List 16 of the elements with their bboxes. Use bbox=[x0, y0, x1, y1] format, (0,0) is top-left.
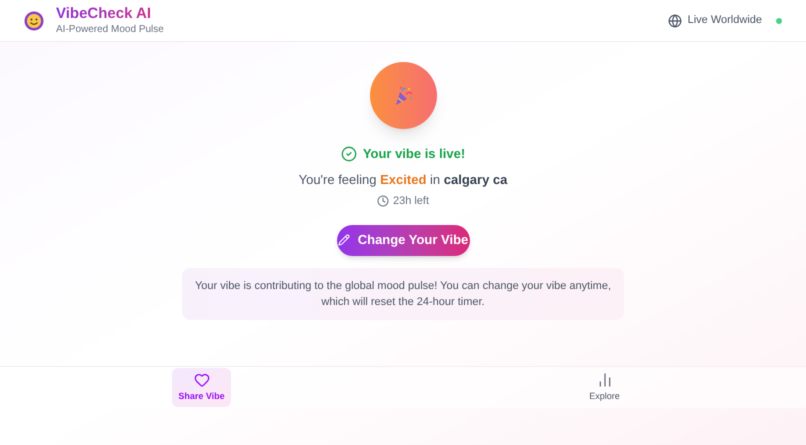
nav-tab[interactable]: Explore bbox=[575, 368, 634, 407]
globe-icon bbox=[668, 14, 682, 28]
live-message: Your vibe is live! bbox=[362, 145, 466, 163]
change-vibe-button[interactable]: Change Your Vibe bbox=[336, 224, 470, 256]
pencil-icon bbox=[338, 234, 350, 246]
app-subtitle: AI-Powered Mood Pulse bbox=[56, 24, 164, 36]
heart-icon bbox=[194, 372, 210, 388]
bar-chart-icon bbox=[596, 372, 612, 388]
live-status: Live Worldwide bbox=[688, 13, 762, 28]
feeling-sentence: You're feeling Excited in calgary ca bbox=[298, 170, 508, 189]
time-left: 23h left bbox=[392, 194, 430, 209]
clock-icon bbox=[376, 195, 389, 208]
check-circle-icon bbox=[340, 146, 357, 162]
nav-tab[interactable]: Share Vibe bbox=[172, 368, 231, 407]
info-message: Your vibe is contributing to the global mood pulse! You can change your vibe anytime, which will reset the 24-hour timer. bbox=[182, 268, 624, 320]
smiley-logo-icon bbox=[24, 10, 44, 30]
